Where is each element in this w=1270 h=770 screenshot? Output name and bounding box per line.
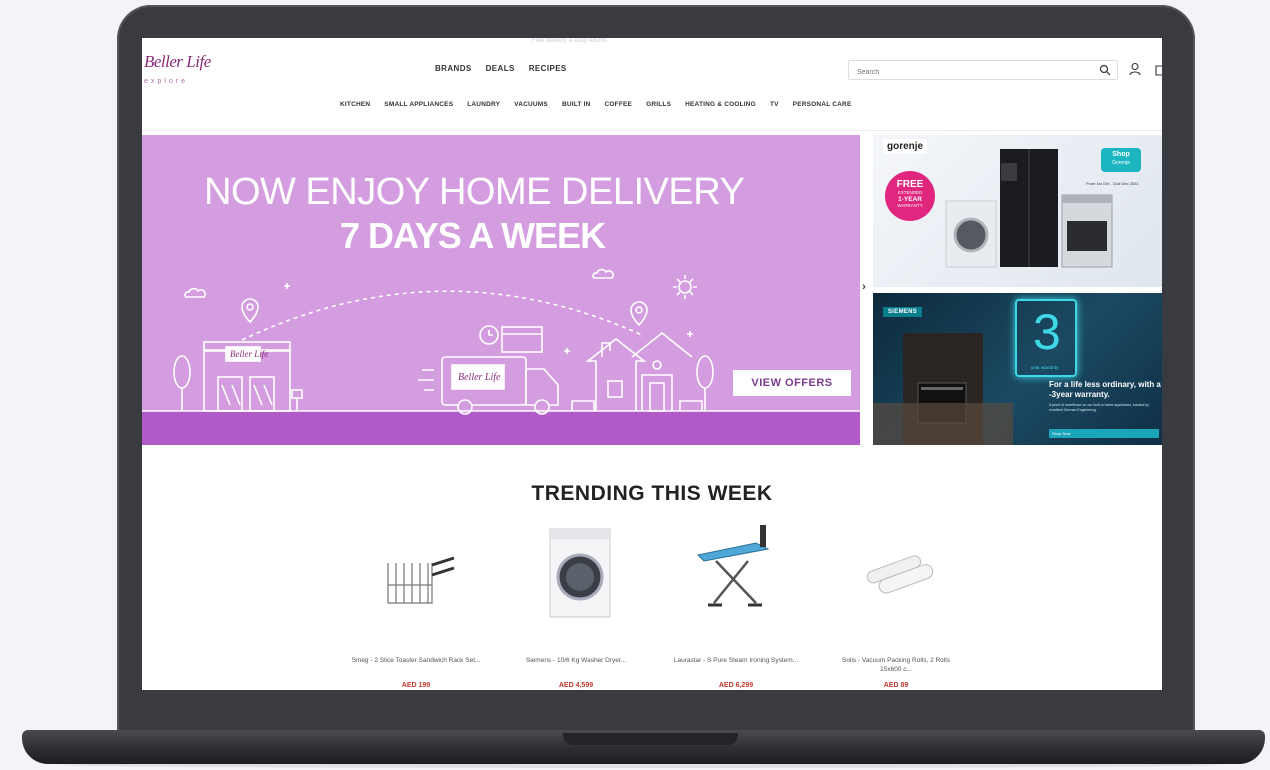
- badge-year-text: 1-YEAR: [898, 196, 922, 203]
- product-card[interactable]: Siemens - 10/6 Kg Washer Dryer... AED 4,…: [511, 521, 641, 690]
- shop-gorenje-button[interactable]: Shop Gorenje: [1101, 148, 1141, 172]
- siemens-logo: SIEMENS: [883, 307, 923, 317]
- nav-brands[interactable]: BRANDS: [435, 64, 472, 73]
- warranty-label: year warranty: [1031, 365, 1059, 370]
- product-price: AED 89: [883, 682, 909, 689]
- product-name: Laurastar - S Pure Steam Ironing System.…: [673, 657, 799, 664]
- brand-logo[interactable]: Beller Life: [144, 52, 211, 72]
- washer-dryer-image: [549, 528, 611, 618]
- promo-dates: From 1st Oct - 31st Dec 2022: [1086, 181, 1139, 186]
- category-built-in[interactable]: BUILT IN: [562, 101, 591, 108]
- delivery-illustration: Beller Life Beller Life: [142, 268, 860, 415]
- free-warranty-badge: FREE EXTENDED 1-YEAR WARRANTY: [885, 171, 935, 221]
- product-name: Siemens - 10/6 Kg Washer Dryer...: [525, 657, 627, 664]
- nav-deals[interactable]: DEALS: [486, 64, 515, 73]
- category-nav: KITCHEN SMALL APPLIANCES LAUNDRY VACUUMS…: [340, 101, 851, 108]
- product-name: Smeg - 2 Slice Toaster Sandwich Rack Set…: [351, 657, 481, 664]
- badge-warranty-text: WARRANTY: [897, 203, 923, 208]
- trending-title: TRENDING THIS WEEK: [531, 482, 773, 505]
- top-promo-strip: Free delivery & easy returns: [532, 38, 608, 44]
- user-account-icon[interactable]: [1129, 62, 1141, 76]
- nav-divider: [142, 130, 1162, 131]
- gorenje-logo: gorenje: [883, 139, 928, 154]
- hero-banner[interactable]: NOW ENJOY HOME DELIVERY 7 DAYS A WEEK Be…: [142, 135, 860, 445]
- vacuum-rolls-image: [866, 555, 934, 594]
- search-icon[interactable]: [1099, 64, 1111, 76]
- view-offers-button[interactable]: VIEW OFFERS: [733, 370, 851, 396]
- laptop-notch: [563, 733, 738, 745]
- product-card[interactable]: Solis - Vacuum Packing Rolls, 2 Rolls 15…: [831, 521, 961, 690]
- category-vacuums[interactable]: VACUUMS: [514, 101, 548, 108]
- category-coffee[interactable]: COFFEE: [605, 101, 633, 108]
- product-name: Solis - Vacuum Packing Rolls, 2 Rolls 15…: [842, 657, 950, 673]
- category-small-appliances[interactable]: SMALL APPLIANCES: [384, 101, 453, 108]
- siemens-promo-banner[interactable]: SIEMENS 3 year warranty For a life less …: [873, 293, 1162, 445]
- siemens-shop-now-button[interactable]: Shop Now: [1049, 429, 1159, 438]
- toaster-rack-image: [387, 556, 455, 604]
- category-grills[interactable]: GRILLS: [646, 101, 671, 108]
- category-heating-cooling[interactable]: HEATING & COOLING: [685, 101, 756, 108]
- siemens-body-text: A proof of excellence on our built-in ho…: [1049, 403, 1150, 412]
- store-sign-label: Beller Life: [230, 349, 268, 359]
- product-card[interactable]: Laurastar - S Pure Steam Ironing System.…: [671, 521, 801, 690]
- gorenje-promo-banner[interactable]: gorenje FREE EXTENDED 1-YEAR WARRANTY Sh…: [873, 135, 1162, 287]
- main-nav: BRANDS DEALS RECIPES: [435, 64, 567, 73]
- product-price: AED 199: [401, 682, 431, 689]
- search-box: [848, 60, 1118, 81]
- browser-screen: Free delivery & easy returns Beller Life…: [142, 38, 1162, 690]
- cart-icon[interactable]: [1154, 62, 1162, 76]
- ironing-system-image: [696, 525, 770, 607]
- nav-recipes[interactable]: RECIPES: [529, 64, 567, 73]
- category-personal-care[interactable]: PERSONAL CARE: [793, 101, 852, 108]
- category-kitchen[interactable]: KITCHEN: [340, 101, 370, 108]
- shop-gorenje-line2: Gorenje: [1112, 160, 1130, 166]
- category-tv[interactable]: TV: [770, 101, 779, 108]
- product-price: AED 6,299: [718, 682, 754, 689]
- product-price: AED 4,599: [558, 682, 594, 689]
- siemens-headline: For a life less ordinary, with a -3year …: [1049, 380, 1161, 399]
- badge-free-text: FREE: [896, 179, 924, 190]
- brand-tagline: explore: [144, 78, 188, 85]
- category-laundry[interactable]: LAUNDRY: [467, 101, 500, 108]
- search-input[interactable]: [849, 64, 1079, 81]
- chevron-right-icon[interactable]: ›: [857, 281, 871, 295]
- warranty-number: 3: [1033, 304, 1061, 360]
- truck-label: Beller Life: [458, 372, 501, 383]
- shop-gorenje-line1: Shop: [1112, 151, 1130, 158]
- product-card[interactable]: Smeg - 2 Slice Toaster Sandwich Rack Set…: [351, 521, 481, 690]
